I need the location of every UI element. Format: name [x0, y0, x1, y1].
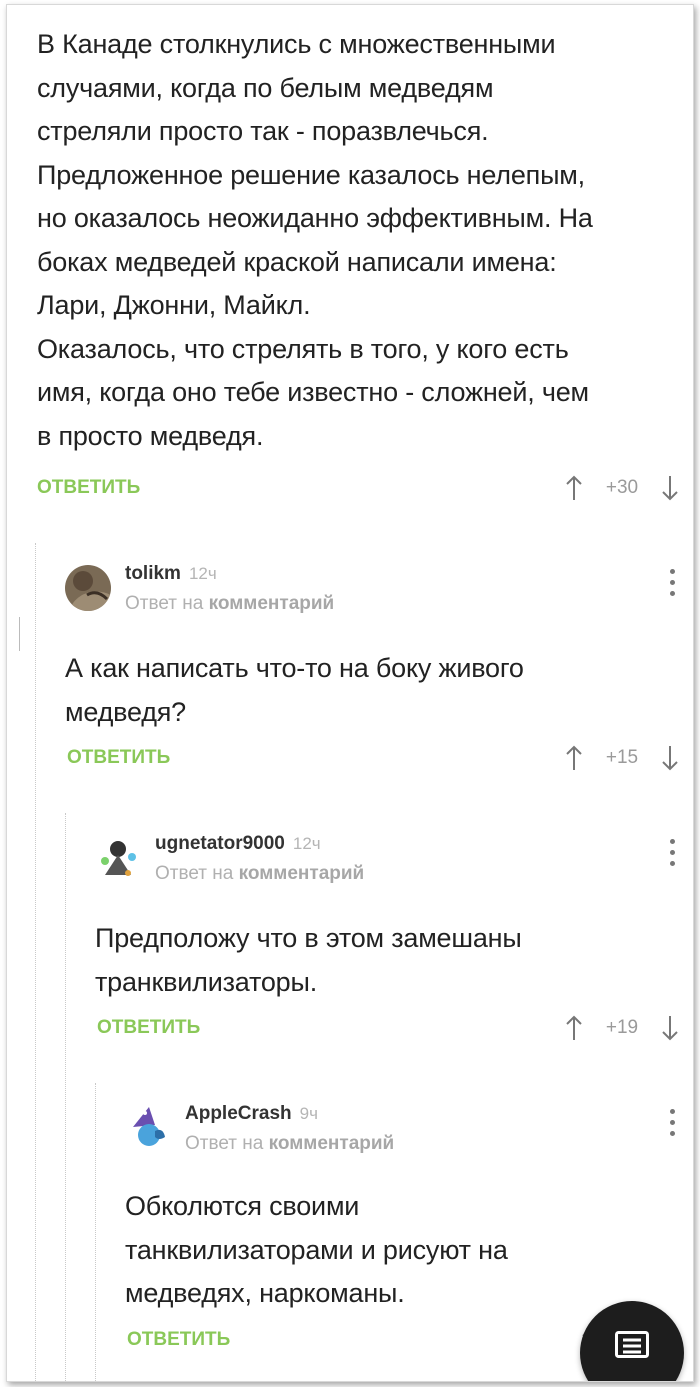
comment-body: Предположу что в этом замешаны транквили… — [95, 917, 675, 1004]
comments-icon — [615, 1331, 649, 1358]
score: +15 — [605, 747, 639, 768]
avatar[interactable] — [65, 565, 111, 611]
reply-button[interactable]: ОТВЕТИТЬ — [37, 477, 140, 499]
more-vertical-icon[interactable] — [667, 1109, 677, 1143]
comment-text: Предположу что в этом замешаны транквили… — [95, 923, 522, 997]
arrow-down-icon[interactable] — [661, 1014, 679, 1042]
more-vertical-icon[interactable] — [667, 569, 677, 603]
reply-to: Ответ на комментарий — [125, 593, 334, 615]
comment-text: Обколются своими танквилизаторами и рису… — [125, 1191, 508, 1308]
timestamp: 12ч — [292, 834, 321, 853]
reply-button[interactable]: ОТВЕТИТЬ — [67, 747, 170, 769]
vote-controls: +19 — [565, 1014, 679, 1042]
author[interactable]: AppleCrash 9ч — [185, 1103, 318, 1125]
root-comment: В Канаде столкнулись с множественными сл… — [37, 23, 677, 458]
author-name[interactable]: tolikm — [125, 563, 181, 584]
reply-button[interactable]: ОТВЕТИТЬ — [127, 1329, 230, 1351]
comment-header: tolikm 12ч Ответ на комментарий — [65, 563, 677, 629]
comment-body: А как написать что-то на боку живого мед… — [65, 647, 675, 734]
reply-to-link[interactable]: комментарий — [239, 863, 365, 884]
arrow-down-icon[interactable] — [661, 474, 679, 502]
more-vertical-icon[interactable] — [667, 839, 677, 873]
reply-button[interactable]: ОТВЕТИТЬ — [97, 1017, 200, 1039]
comment-actions: ОТВЕТИТЬ +19 — [97, 1011, 679, 1045]
reply-to-link[interactable]: комментарий — [269, 1133, 395, 1154]
author[interactable]: tolikm 12ч — [125, 563, 217, 585]
arrow-up-icon[interactable] — [565, 474, 583, 502]
thread-line — [65, 813, 66, 1381]
reply-to-prefix: Ответ на — [125, 593, 204, 614]
author-name[interactable]: ugnetator9000 — [155, 833, 285, 854]
thread-line — [35, 543, 36, 1381]
avatar[interactable] — [95, 835, 141, 881]
timestamp: 12ч — [188, 564, 217, 583]
timestamp: 9ч — [299, 1104, 318, 1123]
arrow-up-icon[interactable] — [565, 744, 583, 772]
score: +19 — [605, 1017, 639, 1038]
comment-actions: ОТВЕТИТЬ +15 — [67, 741, 679, 775]
comment-body: Обколются своими танквилизаторами и рису… — [125, 1185, 675, 1316]
comment-text: А как написать что-то на боку живого мед… — [65, 653, 524, 727]
reply-to-prefix: Ответ на — [155, 863, 234, 884]
avatar[interactable] — [125, 1105, 171, 1151]
score: +30 — [605, 477, 639, 498]
reply-to-prefix: Ответ на — [185, 1133, 264, 1154]
root-comment-actions: ОТВЕТИТЬ +30 — [37, 471, 679, 505]
comments-screen: В Канаде столкнулись с множественными сл… — [6, 4, 694, 1382]
arrow-down-icon[interactable] — [661, 744, 679, 772]
comment-header: AppleCrash 9ч Ответ на комментарий — [125, 1103, 677, 1169]
arrow-up-icon[interactable] — [565, 1014, 583, 1042]
author-name[interactable]: AppleCrash — [185, 1103, 292, 1124]
vote-controls: +15 — [565, 744, 679, 772]
reply-to-link[interactable]: комментарий — [209, 593, 335, 614]
reply-to: Ответ на комментарий — [155, 863, 364, 885]
thread-line — [95, 1083, 96, 1381]
author[interactable]: ugnetator9000 12ч — [155, 833, 321, 855]
comment-text: В Канаде столкнулись с множественными сл… — [37, 29, 593, 451]
collapse-handle[interactable] — [19, 617, 23, 651]
reply-to: Ответ на комментарий — [185, 1133, 394, 1155]
vote-controls: +30 — [565, 474, 679, 502]
comment-header: ugnetator9000 12ч Ответ на комментарий — [95, 833, 677, 899]
